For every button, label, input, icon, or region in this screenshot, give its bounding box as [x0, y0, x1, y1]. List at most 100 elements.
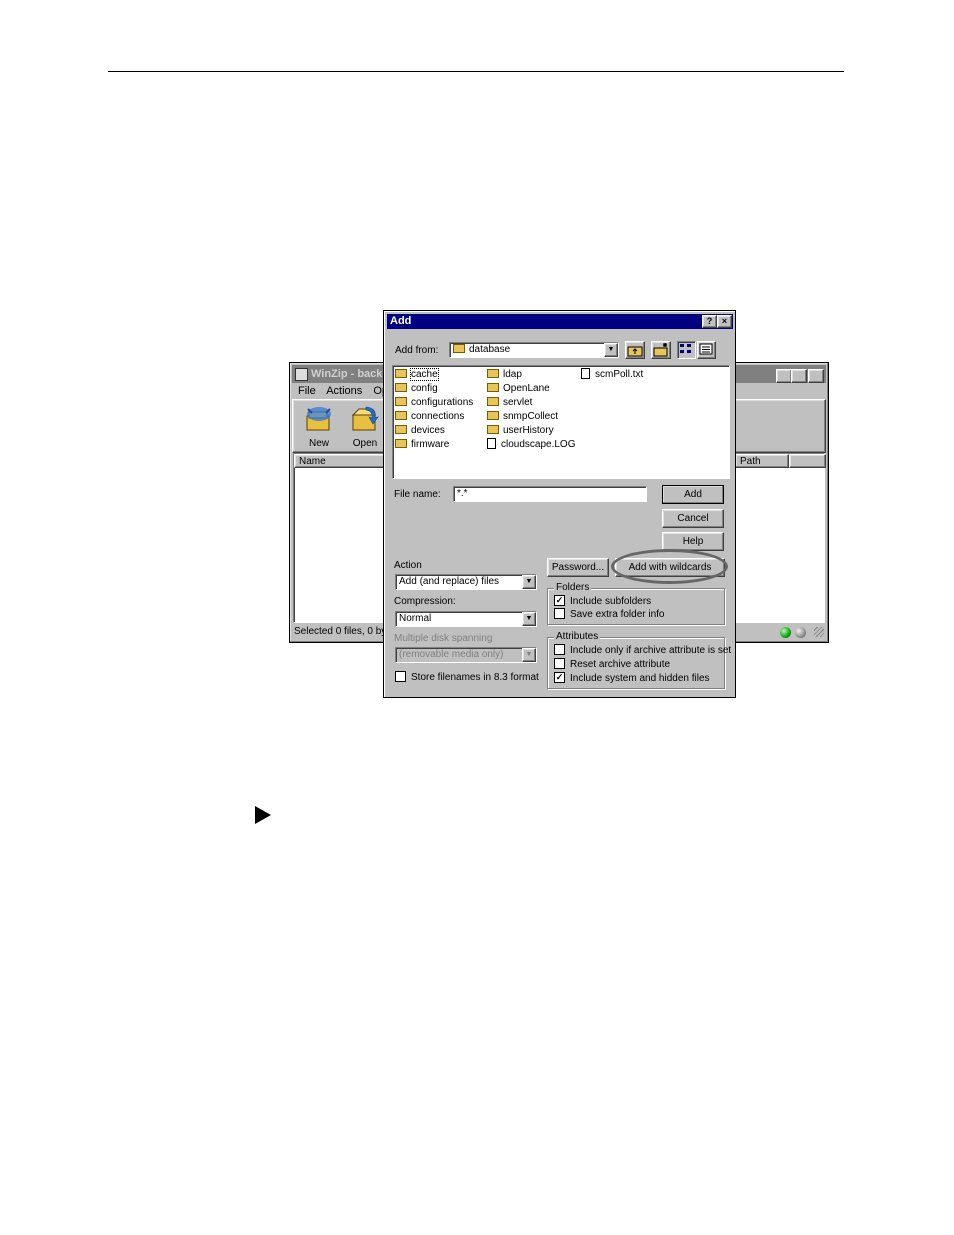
folder-icon: [395, 424, 407, 434]
checkbox-box[interactable]: [554, 644, 565, 655]
add-dialog-title-bar: Add ? ×: [387, 314, 733, 329]
spanning-label: Multiple disk spanning: [394, 633, 493, 644]
attr-hidden-checkbox[interactable]: ✓ Include system and hidden files: [554, 672, 710, 685]
winzip-title: WinZip - backu: [311, 368, 390, 380]
list-item[interactable]: ldap: [487, 368, 522, 381]
maximize-button[interactable]: □: [791, 369, 807, 383]
spanning-value: (removable media only): [399, 649, 504, 660]
store-83-checkbox[interactable]: Store filenames in 8.3 format: [395, 671, 539, 684]
list-item[interactable]: configurations: [395, 396, 473, 409]
compression-value: Normal: [399, 613, 432, 624]
save-folder-info-checkbox[interactable]: Save extra folder info: [554, 608, 665, 621]
list-item[interactable]: scmPoll.txt: [581, 367, 643, 381]
add-from-combo[interactable]: database ▼: [449, 342, 619, 358]
list-item[interactable]: devices: [395, 424, 445, 437]
include-subfolders-label: Include subfolders: [570, 596, 652, 608]
attr-reset-checkbox[interactable]: Reset archive attribute: [554, 658, 671, 671]
callout-ellipse: [611, 549, 728, 584]
winzip-app-icon: [295, 368, 308, 381]
up-folder-icon: [627, 346, 643, 357]
add-from-value: database: [469, 344, 511, 355]
list-item[interactable]: config: [395, 382, 438, 395]
folder-icon: [487, 382, 499, 392]
password-button[interactable]: Password...: [547, 558, 609, 577]
list-item[interactable]: servlet: [487, 396, 532, 409]
folder-icon: [487, 424, 499, 434]
add-dialog: Add ? × Add from: database ▼ cache confi…: [383, 310, 736, 698]
cancel-button[interactable]: Cancel: [662, 509, 724, 528]
close-button[interactable]: ×: [808, 369, 824, 383]
open-archive-icon: [351, 406, 379, 431]
list-item[interactable]: userHistory: [487, 424, 554, 437]
new-archive-icon: [306, 407, 331, 431]
folder-icon: [453, 343, 465, 353]
text-file-icon: [487, 437, 496, 449]
add-button[interactable]: Add: [662, 485, 724, 504]
page-header-rule: [108, 71, 844, 72]
status-gray-light-icon: [795, 627, 806, 638]
action-label: Action: [394, 560, 422, 571]
folder-icon: [487, 368, 499, 378]
list-view-icon: [680, 344, 691, 353]
toolbar-open-button[interactable]: Open: [343, 402, 387, 450]
column-header-extra[interactable]: [789, 454, 826, 468]
file-browser-list[interactable]: cache config configurations connections …: [392, 365, 730, 479]
column-header-name[interactable]: Name: [294, 454, 386, 468]
compression-label: Compression:: [394, 596, 456, 607]
toolbar-new-button[interactable]: New: [297, 402, 341, 450]
include-subfolders-checkbox[interactable]: ✓ Include subfolders: [554, 595, 652, 608]
list-item[interactable]: connections: [395, 410, 464, 423]
list-item[interactable]: cloudscape.LOG: [487, 437, 576, 451]
dialog-close-button[interactable]: ×: [717, 315, 732, 328]
new-folder-icon: [653, 343, 668, 357]
list-view-button[interactable]: [677, 341, 696, 359]
toolbar-new-label: New: [308, 438, 329, 449]
folder-icon: [487, 396, 499, 406]
chevron-down-icon[interactable]: ▼: [522, 612, 536, 626]
text-file-icon: [581, 367, 590, 379]
list-item[interactable]: cache: [395, 368, 439, 381]
bullet-arrow-icon: [255, 806, 271, 824]
toolbar-open-label: Open: [352, 438, 378, 449]
checkbox-box[interactable]: [395, 671, 406, 682]
compression-select[interactable]: Normal ▼: [395, 611, 537, 627]
checkbox-box[interactable]: [554, 608, 565, 619]
status-green-light-icon: [780, 627, 791, 638]
folder-icon: [395, 410, 407, 420]
action-value: Add (and replace) files: [399, 576, 500, 587]
file-name-input[interactable]: *.*: [453, 486, 647, 502]
attr-archive-only-label: Include only if archive attribute is set: [570, 645, 732, 657]
store-83-label: Store filenames in 8.3 format: [411, 672, 539, 684]
menu-file[interactable]: File: [298, 385, 316, 397]
attr-reset-label: Reset archive attribute: [570, 659, 671, 671]
chevron-down-icon[interactable]: ▼: [522, 575, 536, 589]
details-view-button[interactable]: [697, 341, 716, 359]
resize-grip-icon[interactable]: [814, 627, 824, 637]
folder-icon: [395, 438, 407, 448]
help-question-button[interactable]: ?: [702, 315, 717, 328]
list-item[interactable]: snmpCollect: [487, 410, 558, 423]
new-folder-button[interactable]: [651, 341, 671, 359]
file-name-label: File name:: [394, 489, 441, 500]
folder-icon: [395, 396, 407, 406]
list-item[interactable]: OpenLane: [487, 382, 550, 395]
details-view-icon: [699, 343, 713, 355]
attributes-group-title: Attributes: [554, 631, 601, 642]
checkbox-box[interactable]: [554, 658, 565, 669]
action-select[interactable]: Add (and replace) files ▼: [395, 574, 537, 590]
add-from-label: Add from:: [395, 345, 439, 356]
checkbox-box[interactable]: ✓: [554, 595, 565, 606]
list-item[interactable]: firmware: [395, 438, 449, 451]
folder-icon: [487, 410, 499, 420]
status-text: Selected 0 files, 0 byte: [294, 626, 395, 637]
file-name-value: *.*: [457, 488, 468, 499]
checkbox-box[interactable]: ✓: [554, 672, 565, 683]
minimize-button[interactable]: _: [776, 369, 792, 383]
menu-actions[interactable]: Actions: [326, 385, 362, 397]
up-folder-button[interactable]: [625, 341, 645, 359]
chevron-down-icon[interactable]: ▼: [604, 343, 618, 357]
folders-group: Folders ✓ Include subfolders Save extra f…: [547, 582, 725, 625]
attr-archive-only-checkbox[interactable]: Include only if archive attribute is set: [554, 644, 732, 657]
chevron-down-icon: ▼: [522, 648, 536, 662]
column-header-path[interactable]: Path: [735, 454, 789, 468]
